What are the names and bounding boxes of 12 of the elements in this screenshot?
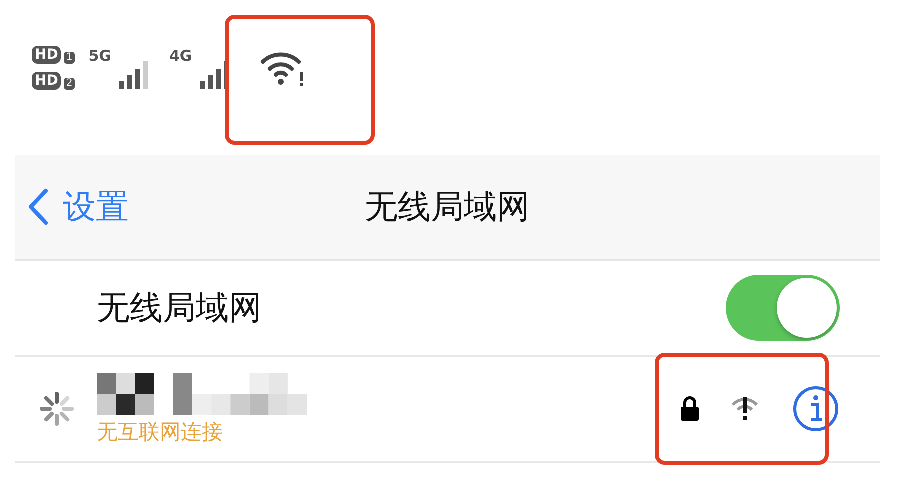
info-icon[interactable] (792, 385, 840, 433)
sim-slot: 1 (64, 52, 75, 64)
sim-slot: 2 (64, 78, 75, 90)
sim-badge: HD (32, 72, 62, 90)
setting-label: 无线局域网 (97, 286, 263, 328)
page-title: 无线局域网 (365, 186, 530, 228)
network-type: 5G (88, 46, 112, 64)
connection-status: 无互联网连接 (97, 419, 224, 446)
back-button[interactable]: 设置 (15, 184, 129, 230)
network-type: 4G (169, 46, 192, 64)
sim-badge: HD (32, 46, 62, 64)
chevron-left-icon (27, 188, 49, 226)
